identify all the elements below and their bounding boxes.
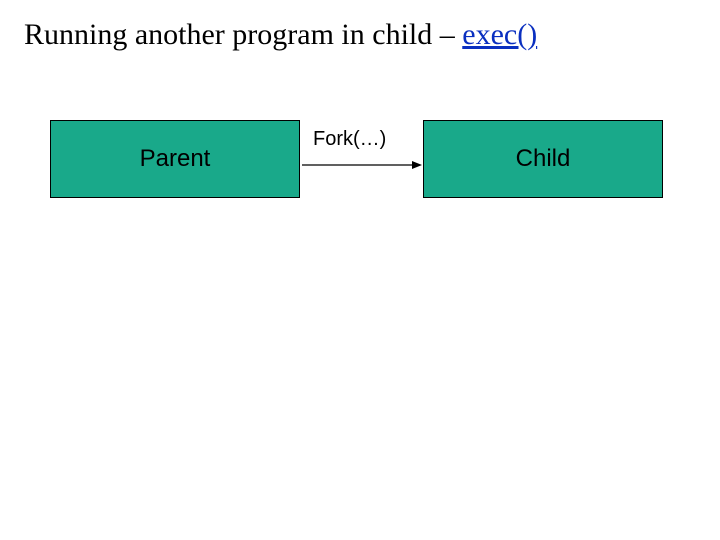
parent-box: Parent [50, 120, 300, 198]
fork-arrow [302, 160, 422, 170]
child-box: Child [423, 120, 663, 198]
title-prefix: Running another program in child – [24, 18, 462, 51]
slide: Running another program in child – exec(… [0, 0, 720, 540]
fork-label: Fork(…) [313, 128, 386, 151]
page-title: Running another program in child – exec(… [24, 18, 537, 52]
title-exec: exec() [462, 18, 537, 51]
parent-label: Parent [140, 145, 211, 173]
child-label: Child [516, 145, 571, 173]
